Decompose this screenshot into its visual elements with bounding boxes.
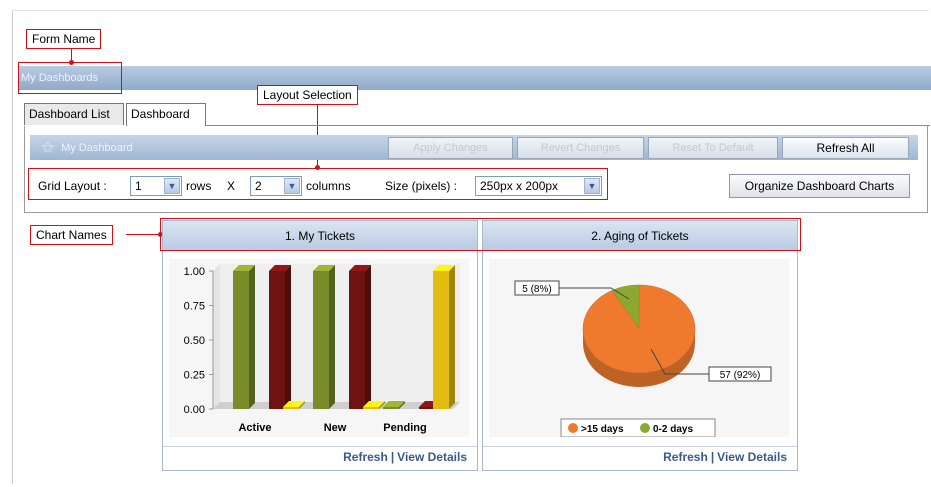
- chart-side-wall: [213, 264, 220, 409]
- bar-front: [313, 271, 329, 409]
- organize-dashboard-charts-button[interactable]: Organize Dashboard Charts: [729, 174, 910, 198]
- x-tick-label: Pending: [383, 422, 426, 434]
- link-separator: |: [390, 450, 395, 464]
- bar-front: [363, 407, 379, 409]
- magic-wand-icon: ⚝: [42, 140, 54, 154]
- bar-front: [283, 407, 299, 409]
- revert-changes-button[interactable]: Revert Changes: [517, 137, 644, 159]
- chart-card-my-tickets: 1. My Tickets 0.00 0.25 0.50 0.75 1.00 Active…: [162, 220, 478, 471]
- page: Form Name My Dashboards Layout Selection…: [0, 0, 931, 487]
- form-name-highlight: [18, 62, 122, 94]
- chart-card-aging-of-tickets: 2. Aging of Tickets 5 (8%) 57 (92%) >15 da…: [482, 220, 798, 471]
- y-tick-label: 0.75: [184, 301, 205, 313]
- legend-marker: [640, 423, 650, 433]
- y-tick-label: 0.00: [184, 404, 205, 416]
- x-tick-label: New: [324, 422, 347, 434]
- tab-dashboard[interactable]: Dashboard: [126, 103, 206, 126]
- bar-front: [269, 271, 285, 409]
- y-tick-label: 0.25: [184, 370, 205, 382]
- y-tick-label: 0.50: [184, 335, 205, 347]
- y-tick-label: 1.00: [184, 266, 205, 278]
- bar-chart: 0.00 0.25 0.50 0.75 1.00 Active New Pending: [169, 259, 469, 437]
- chart-links: Refresh | View Details: [343, 450, 467, 464]
- tab-dashboard-list[interactable]: Dashboard List: [24, 103, 124, 125]
- form-name-callout: Form Name: [26, 29, 102, 49]
- chart-names-callout: Chart Names: [30, 225, 113, 245]
- window-title-bar: My Dashboards: [18, 66, 931, 90]
- chart-back-wall: [220, 264, 460, 402]
- chart-names-highlight: [160, 218, 801, 251]
- layout-selection-callout: Layout Selection: [257, 85, 358, 105]
- legend-label: 0-2 days: [653, 424, 693, 435]
- reset-to-default-button[interactable]: Reset To Default: [648, 137, 778, 159]
- bar-front: [233, 271, 249, 409]
- bar-front: [383, 407, 399, 409]
- bar-side: [329, 265, 335, 409]
- bar-side: [449, 265, 455, 409]
- bar-side: [285, 265, 291, 409]
- bar-side: [365, 265, 371, 409]
- bar-front: [433, 271, 449, 409]
- pie-chart: 5 (8%) 57 (92%) >15 days 0-2 days: [489, 259, 789, 437]
- legend-marker: [568, 423, 578, 433]
- view-details-link[interactable]: View Details: [397, 450, 467, 464]
- bar-front: [349, 271, 365, 409]
- dashboard-title: ⚝ My Dashboard: [42, 135, 133, 161]
- legend-label: >15 days: [581, 424, 624, 435]
- dashboard-title-text: My Dashboard: [61, 142, 133, 154]
- x-tick-label: Active: [238, 422, 271, 434]
- bar-front: [419, 407, 435, 409]
- pie-callout-label: 57 (92%): [720, 370, 761, 381]
- layout-selection-highlight: [28, 168, 608, 200]
- chart-names-connector: [126, 234, 162, 235]
- refresh-link[interactable]: Refresh: [343, 450, 388, 464]
- pie-slice: [582, 284, 696, 374]
- bar-side: [249, 265, 255, 409]
- view-details-link[interactable]: View Details: [717, 450, 787, 464]
- link-separator: |: [710, 450, 715, 464]
- refresh-all-button[interactable]: Refresh All: [782, 137, 909, 159]
- apply-changes-button[interactable]: Apply Changes: [388, 137, 513, 159]
- chart-links: Refresh | View Details: [663, 450, 787, 464]
- refresh-link[interactable]: Refresh: [663, 450, 708, 464]
- pie-callout-label: 5 (8%): [522, 284, 551, 295]
